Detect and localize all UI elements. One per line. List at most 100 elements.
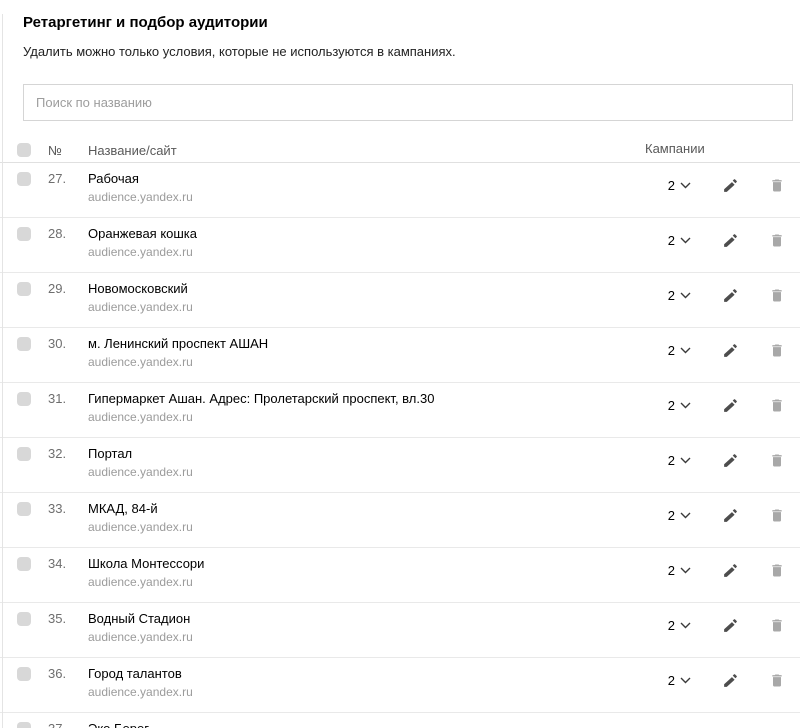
campaigns-dropdown[interactable]: 2 — [668, 508, 691, 523]
delete-button[interactable] — [768, 671, 786, 689]
row-checkbox[interactable] — [17, 337, 31, 351]
row-number: 28. — [48, 226, 88, 241]
delete-button[interactable] — [768, 231, 786, 249]
retargeting-page: Ретаргетинг и подбор аудитории Удалить м… — [0, 14, 800, 728]
delete-button[interactable] — [768, 616, 786, 634]
campaigns-count: 2 — [668, 508, 675, 523]
table-row: 27. Рабочая audience.yandex.ru 2 — [0, 163, 800, 218]
table-row: 36. Город талантов audience.yandex.ru 2 — [0, 658, 800, 713]
row-checkbox[interactable] — [17, 667, 31, 681]
row-actions: 2 — [668, 504, 786, 526]
campaigns-count: 2 — [668, 618, 675, 633]
edit-button[interactable] — [721, 231, 739, 249]
chevron-down-icon — [680, 347, 691, 354]
delete-button[interactable] — [768, 396, 786, 414]
chevron-down-icon — [680, 402, 691, 409]
search-input[interactable] — [23, 84, 793, 121]
row-actions: 2 — [668, 174, 786, 196]
row-checkbox[interactable] — [17, 612, 31, 626]
search-bar — [23, 84, 800, 121]
edit-button[interactable] — [721, 506, 739, 524]
edit-button[interactable] — [721, 671, 739, 689]
pencil-icon — [722, 617, 739, 634]
campaigns-count: 2 — [668, 343, 675, 358]
delete-button[interactable] — [768, 506, 786, 524]
campaigns-dropdown[interactable]: 2 — [668, 673, 691, 688]
row-checkbox[interactable] — [17, 722, 31, 728]
edit-button[interactable] — [721, 176, 739, 194]
pencil-icon — [722, 232, 739, 249]
row-number: 29. — [48, 281, 88, 296]
table-row: 30. м. Ленинский проспект АШАН audience.… — [0, 328, 800, 383]
campaigns-dropdown[interactable]: 2 — [668, 398, 691, 413]
column-header-number: № — [48, 143, 88, 158]
delete-button[interactable] — [768, 561, 786, 579]
campaigns-dropdown[interactable]: 2 — [668, 563, 691, 578]
row-number: 33. — [48, 501, 88, 516]
row-checkbox[interactable] — [17, 502, 31, 516]
row-checkbox[interactable] — [17, 282, 31, 296]
edit-button[interactable] — [721, 451, 739, 469]
trash-icon — [769, 672, 785, 689]
row-checkbox[interactable] — [17, 557, 31, 571]
campaigns-dropdown[interactable]: 2 — [668, 288, 691, 303]
campaigns-dropdown[interactable]: 2 — [668, 618, 691, 633]
row-checkbox[interactable] — [17, 172, 31, 186]
page-title: Ретаргетинг и подбор аудитории — [23, 14, 800, 31]
edit-button[interactable] — [721, 396, 739, 414]
row-actions: 2 — [668, 559, 786, 581]
table-row: 37. Эко Берег audience.yandex.ru 2 — [0, 713, 800, 728]
row-actions: 2 — [668, 669, 786, 691]
edit-button[interactable] — [721, 341, 739, 359]
row-actions: 2 — [668, 614, 786, 636]
row-actions: 2 — [668, 724, 786, 728]
delete-button[interactable] — [768, 341, 786, 359]
trash-icon — [769, 617, 785, 634]
row-number: 36. — [48, 666, 88, 681]
trash-icon — [769, 287, 785, 304]
row-actions: 2 — [668, 229, 786, 251]
campaigns-count: 2 — [668, 178, 675, 193]
table-row: 29. Новомосковский audience.yandex.ru 2 — [0, 273, 800, 328]
campaigns-count: 2 — [668, 673, 675, 688]
chevron-down-icon — [680, 237, 691, 244]
row-number: 35. — [48, 611, 88, 626]
edit-button[interactable] — [721, 561, 739, 579]
table-row: 31. Гипермаркет Ашан. Адрес: Пролетарски… — [0, 383, 800, 438]
row-actions: 2 — [668, 394, 786, 416]
campaigns-dropdown[interactable]: 2 — [668, 178, 691, 193]
chevron-down-icon — [680, 512, 691, 519]
campaigns-dropdown[interactable]: 2 — [668, 233, 691, 248]
campaigns-count: 2 — [668, 398, 675, 413]
table-header: № Название/сайт Кампании — [0, 138, 800, 163]
row-number: 30. — [48, 336, 88, 351]
campaigns-dropdown[interactable]: 2 — [668, 343, 691, 358]
select-all-checkbox[interactable] — [17, 143, 31, 157]
pencil-icon — [722, 397, 739, 414]
row-checkbox[interactable] — [17, 227, 31, 241]
pencil-icon — [722, 562, 739, 579]
panel-left-border — [2, 14, 3, 728]
row-number: 32. — [48, 446, 88, 461]
pencil-icon — [722, 507, 739, 524]
campaigns-count: 2 — [668, 288, 675, 303]
chevron-down-icon — [680, 567, 691, 574]
campaigns-count: 2 — [668, 233, 675, 248]
row-checkbox[interactable] — [17, 392, 31, 406]
campaigns-dropdown[interactable]: 2 — [668, 453, 691, 468]
pencil-icon — [722, 287, 739, 304]
row-number: 31. — [48, 391, 88, 406]
pencil-icon — [722, 177, 739, 194]
row-actions: 2 — [668, 284, 786, 306]
delete-button[interactable] — [768, 451, 786, 469]
pencil-icon — [722, 672, 739, 689]
row-number: 27. — [48, 171, 88, 186]
row-checkbox[interactable] — [17, 447, 31, 461]
table-row: 35. Водный Стадион audience.yandex.ru 2 — [0, 603, 800, 658]
page-subtitle: Удалить можно только условия, которые не… — [23, 44, 800, 59]
edit-button[interactable] — [721, 616, 739, 634]
edit-button[interactable] — [721, 286, 739, 304]
delete-button[interactable] — [768, 176, 786, 194]
campaigns-count: 2 — [668, 563, 675, 578]
delete-button[interactable] — [768, 286, 786, 304]
